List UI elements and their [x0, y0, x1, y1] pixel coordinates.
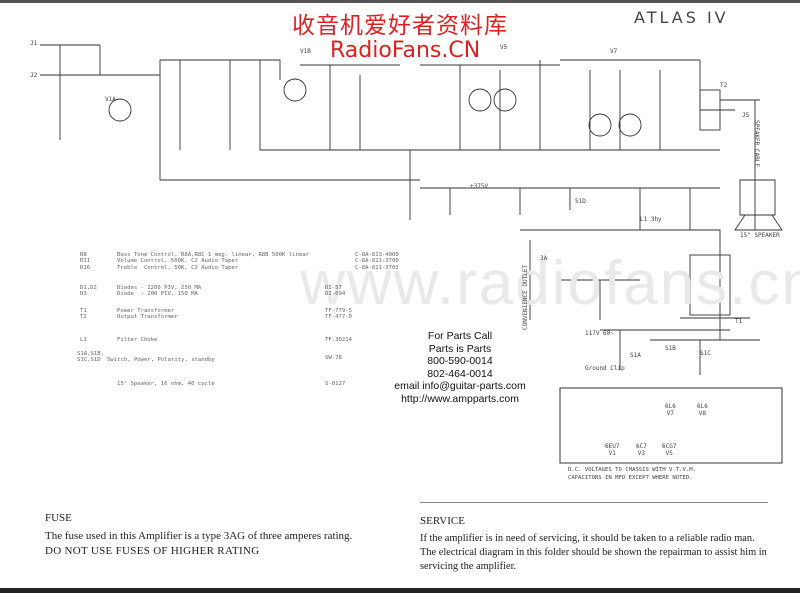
- model-title: ATLAS IV: [634, 8, 729, 27]
- watermark-chinese: 收音机爱好者资料库: [292, 13, 508, 39]
- label-s1c: S1C: [700, 350, 711, 357]
- parts-ref: T1 T2: [80, 308, 87, 321]
- parts-desc: 15" Speaker, 16 ohm, 40 cycle: [117, 381, 215, 387]
- parts-desc: Filter Choke: [117, 337, 158, 343]
- label-v7: V7: [610, 48, 618, 55]
- parts-desc: Power Transformer Output Transformer: [117, 308, 178, 321]
- label-l1: L1 3hy: [640, 216, 662, 223]
- label-ground-clip: Ground Clip: [585, 365, 625, 372]
- contact-web[interactable]: http://www.ampparts.com: [385, 393, 535, 406]
- parts-contact: For Parts Call Parts is Parts 800-590-00…: [385, 330, 535, 405]
- tube-symbols: [108, 78, 642, 137]
- parts-ref: D1,D2 D3: [80, 285, 97, 298]
- parts-desc: Diodes - 1200 PIV, 250 MA Diode - 200 PI…: [117, 285, 202, 298]
- label-s1b: S1B: [665, 345, 676, 352]
- contact-email[interactable]: email info@guitar-parts.com: [385, 380, 535, 393]
- parts-number: S-0127: [325, 381, 346, 387]
- parts-desc: Bass Tone Control, R8A,R8C 1 meg. linear…: [117, 252, 309, 271]
- tube-v1: 6EU7 V1: [605, 443, 620, 457]
- parts-number: TF-30214: [325, 337, 352, 343]
- label-j1: J1: [30, 40, 38, 47]
- contact-line: Parts is Parts: [428, 342, 492, 355]
- label-t2: T2: [720, 82, 728, 89]
- label-bplus: +375V: [470, 183, 489, 190]
- tube-v5: 6CG7 V5: [662, 443, 677, 457]
- label-speaker: 15" SPEAKER: [740, 232, 780, 239]
- label-s1a: S1A: [630, 352, 641, 359]
- parts-number: DI-57 DI-694: [325, 285, 346, 298]
- tube-v8: 6L6 V8: [697, 403, 708, 417]
- label-v1a: V1A: [105, 96, 116, 103]
- parts-ref: S1A,S1B, S1C,S1D: [77, 351, 104, 364]
- contact-line: For Parts Call: [427, 330, 493, 342]
- parts-number: SW-78: [325, 355, 342, 361]
- label-v1b: V1B: [300, 48, 311, 55]
- contact-phone: 802-464-0014: [427, 367, 493, 380]
- parts-desc: Switch, Power, Polarity, standby: [107, 357, 215, 364]
- parts-number: C-8A-813-4000 C-8A-811-3700 C-8A-811-370…: [355, 252, 399, 271]
- label-j5: J5: [742, 112, 750, 119]
- parts-ref: L1: [80, 337, 87, 343]
- service-text: If the amplifier is in need of servicing…: [420, 533, 767, 572]
- label-mains: 117V 60~: [585, 330, 614, 337]
- fuse-text: The fuse used in this Amplifier is a typ…: [45, 530, 353, 542]
- fuse-warning: DO NOT USE FUSES OF HIGHER RATING: [45, 545, 260, 557]
- label-outlet: CONVENIENCE OUTLET: [522, 264, 529, 330]
- label-t1: T1: [735, 318, 743, 325]
- label-fuse: 3A: [540, 255, 548, 262]
- divider: [420, 502, 768, 503]
- tube-v3: 6C7 V3: [636, 443, 647, 457]
- label-j2: J2: [30, 72, 38, 79]
- tube-v7: 6L6 V7: [665, 403, 676, 417]
- parts-number: TF-779-5 TF-477-0: [325, 308, 352, 321]
- service-heading: SERVICE: [420, 515, 465, 527]
- fuse-heading: FUSE: [45, 512, 72, 524]
- signal-wiring: [40, 44, 783, 375]
- contact-phone: 800-590-0014: [427, 355, 493, 367]
- parts-ref: R8 R11 R16: [80, 252, 91, 271]
- label-s1d: S1D: [575, 198, 586, 205]
- watermark-site: RadioFans.CN: [330, 38, 481, 63]
- voltage-note: D.C. VOLTAGES TO CHASSIS WITH V.T.V.M. C…: [568, 467, 696, 481]
- scan-bottom-edge: [0, 588, 800, 593]
- label-v5: V5: [500, 44, 508, 51]
- label-speaker-cable: SPEAKER CABLE: [753, 120, 760, 167]
